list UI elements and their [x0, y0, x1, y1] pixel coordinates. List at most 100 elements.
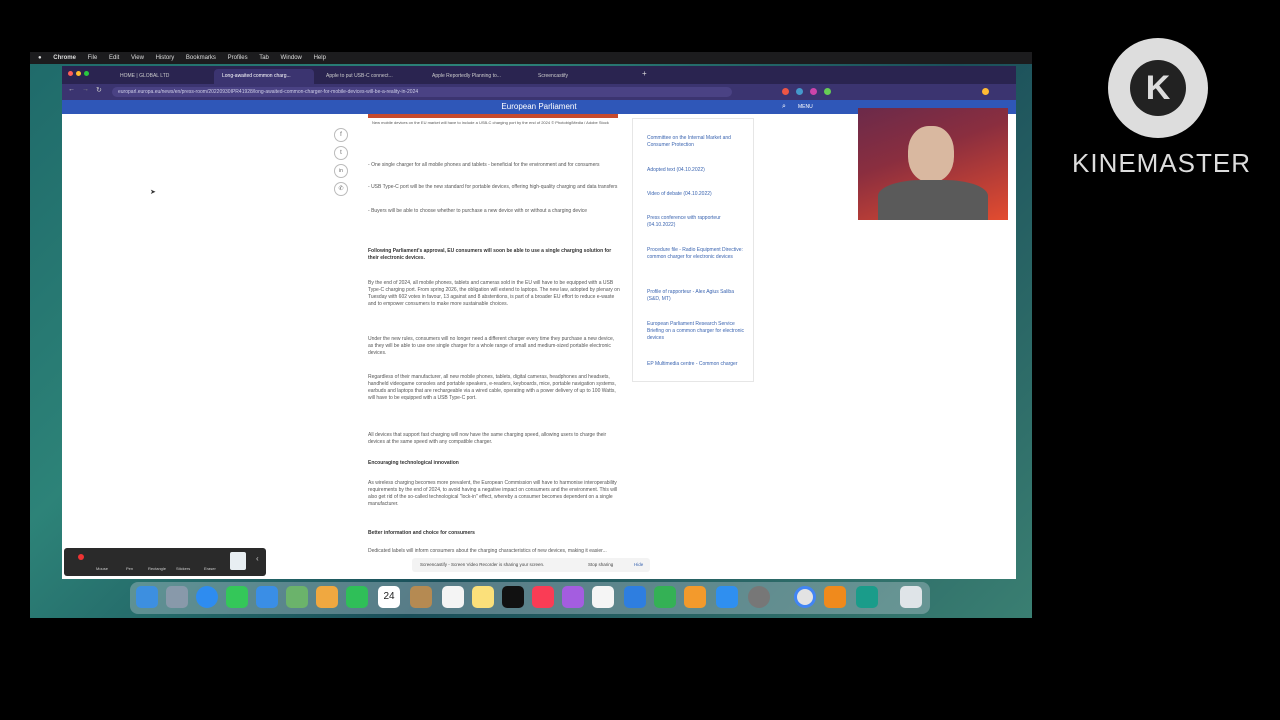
search-icon[interactable]: ⌕: [782, 100, 786, 114]
menu-item[interactable]: File: [88, 55, 98, 61]
reload-icon[interactable]: ↻: [96, 86, 102, 94]
browser-tab-active[interactable]: Long-awaited common charg...: [214, 69, 314, 84]
extension-icons[interactable]: [782, 88, 1002, 96]
sidebar-link[interactable]: Committee on the Internal Market and Con…: [647, 135, 747, 149]
menu-item[interactable]: History: [156, 55, 175, 61]
stop-sharing-button[interactable]: Stop sharing: [588, 558, 613, 572]
mail-icon[interactable]: [256, 586, 278, 608]
app-store-icon[interactable]: [716, 586, 738, 608]
finder-icon[interactable]: [136, 586, 158, 608]
address-bar-row: ← → ↻ europarl.europa.eu/news/en/press-r…: [62, 84, 1016, 100]
linkedin-icon[interactable]: in: [334, 164, 348, 178]
article-paragraph: By the end of 2024, all mobile phones, t…: [368, 280, 620, 307]
menu-item[interactable]: Help: [314, 55, 326, 61]
kinemaster-logo-inner: K: [1130, 60, 1186, 116]
new-tab-icon[interactable]: +: [642, 69, 647, 78]
news-icon[interactable]: [592, 586, 614, 608]
toolbar-item[interactable]: Rectangle: [148, 566, 166, 571]
browser-tab[interactable]: Screencastify: [530, 69, 630, 84]
article-paragraph: Under the new rules, consumers will no l…: [368, 336, 615, 356]
podcasts-icon[interactable]: [562, 586, 584, 608]
bullet-text: Buyers will be able to choose whether to…: [371, 208, 588, 214]
close-window-button[interactable]: [68, 71, 73, 76]
sidebar-link[interactable]: EP Multimedia centre - Common charger: [647, 361, 747, 368]
menu-item[interactable]: Edit: [109, 55, 119, 61]
menu-item[interactable]: Bookmarks: [186, 55, 216, 61]
sidebar-link[interactable]: Profile of rapporteur - Alex Agius Salib…: [647, 289, 747, 303]
sidebar-link[interactable]: Procedure file - Radio Equipment Directi…: [647, 247, 747, 261]
article-paragraph: All devices that support fast charging w…: [368, 432, 607, 445]
facetime-icon[interactable]: [346, 586, 368, 608]
facebook-icon[interactable]: f: [334, 128, 348, 142]
extension-icon[interactable]: [810, 88, 817, 95]
safari-icon[interactable]: [196, 586, 218, 608]
sidebar-link[interactable]: European Parliament Research Service Bri…: [647, 321, 747, 342]
menu-item[interactable]: View: [131, 55, 144, 61]
toolbar-item[interactable]: Stickers: [176, 566, 190, 571]
person-body: [878, 180, 988, 220]
twitter-icon[interactable]: t: [334, 146, 348, 160]
trash-icon[interactable]: [900, 586, 922, 608]
notes-icon[interactable]: [472, 586, 494, 608]
extension-icon[interactable]: [782, 88, 789, 95]
toolbar-item[interactable]: Mouse: [96, 566, 108, 571]
chrome-icon[interactable]: [794, 586, 816, 608]
record-indicator[interactable]: [78, 554, 84, 560]
whatsapp-icon[interactable]: ✆: [334, 182, 348, 196]
screencast-icon[interactable]: [856, 586, 878, 608]
mac-dock: 24: [130, 582, 930, 614]
sidebar-link[interactable]: Adopted text (04.10.2022): [647, 167, 747, 174]
menu-item[interactable]: Chrome: [53, 55, 76, 61]
article-paragraph: As wireless charging becomes more preval…: [368, 480, 618, 507]
reminders-icon[interactable]: [442, 586, 464, 608]
menu-item[interactable]: Tab: [259, 55, 269, 61]
screen-share-notice: Screencastify - Screen Video Recorder is…: [412, 558, 650, 572]
browser-tab[interactable]: Apple Reportedly Planning to...: [424, 69, 526, 84]
screencast-logo-icon[interactable]: [230, 552, 246, 570]
maximize-window-button[interactable]: [84, 71, 89, 76]
forward-icon[interactable]: →: [82, 86, 89, 93]
bullet-text: One single charger for all mobile phones…: [371, 162, 600, 168]
menu-item[interactable]: Profiles: [228, 55, 248, 61]
menu-item[interactable]: Window: [281, 55, 302, 61]
messages-icon[interactable]: [226, 586, 248, 608]
numbers-icon[interactable]: [654, 586, 676, 608]
toolbar-item[interactable]: Eraser: [204, 566, 216, 571]
music-icon[interactable]: [532, 586, 554, 608]
pages-icon[interactable]: [684, 586, 706, 608]
sidebar-link[interactable]: Press conference with rapporteur (04.10.…: [647, 215, 747, 229]
vlc-icon[interactable]: [824, 586, 846, 608]
browser-tab[interactable]: HOME | GLOBAL LTD: [112, 69, 210, 84]
appletv-icon[interactable]: [502, 586, 524, 608]
article-image-strip: [368, 114, 618, 118]
site-title[interactable]: European Parliament: [501, 102, 576, 111]
notes-folder-icon[interactable]: [410, 586, 432, 608]
annotation-toolbar: Mouse Pen Rectangle Stickers Eraser ‹: [64, 548, 266, 576]
mac-menubar: ● Chrome File Edit View History Bookmark…: [30, 52, 1032, 64]
kinemaster-watermark: KINEMASTER: [1072, 148, 1252, 178]
minimize-window-button[interactable]: [76, 71, 81, 76]
menu-button[interactable]: MENU: [798, 100, 813, 114]
back-icon[interactable]: ←: [68, 86, 75, 93]
article-subhead: Encouraging technological innovation: [368, 460, 459, 466]
keynote-icon[interactable]: [624, 586, 646, 608]
image-caption: New mobile devices on the EU market will…: [372, 120, 609, 125]
url-field[interactable]: europarl.europa.eu/news/en/press-room/20…: [112, 87, 732, 97]
maps-icon[interactable]: [286, 586, 308, 608]
hide-button[interactable]: Hide: [634, 558, 643, 572]
system-preferences-icon[interactable]: [748, 586, 770, 608]
tab-strip: HOME | GLOBAL LTD Long-awaited common ch…: [62, 66, 1016, 84]
launchpad-icon[interactable]: [166, 586, 188, 608]
toolbar-item[interactable]: Pen: [126, 566, 133, 571]
profile-avatar[interactable]: [982, 88, 989, 95]
apple-icon[interactable]: ●: [38, 55, 42, 61]
calendar-icon[interactable]: 24: [378, 586, 400, 608]
article-lead: Following Parliament's approval, EU cons…: [368, 248, 612, 261]
browser-tab[interactable]: Apple to put USB-C connect...: [318, 69, 418, 84]
extension-icon[interactable]: [796, 88, 803, 95]
extension-icon[interactable]: [824, 88, 831, 95]
sidebar-link[interactable]: Video of debate (04.10.2022): [647, 191, 747, 198]
collapse-icon[interactable]: ‹: [256, 554, 259, 563]
window-controls[interactable]: [68, 71, 92, 77]
photos-icon[interactable]: [316, 586, 338, 608]
